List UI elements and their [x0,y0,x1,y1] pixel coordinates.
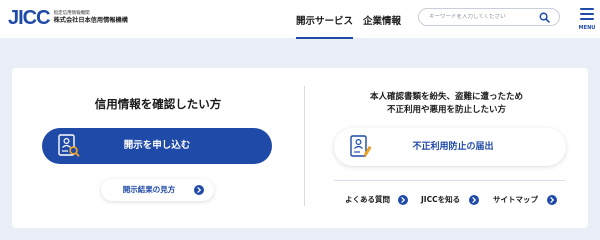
search-input[interactable] [429,14,539,20]
apply-disclosure-button[interactable]: 開示を申し込む [42,128,272,164]
circle-arrow-right-icon[interactable] [469,195,479,205]
circle-arrow-right-icon [194,185,204,195]
about-jicc-link[interactable]: JICCを知る [421,194,460,205]
menu-button[interactable]: MENU [578,8,596,34]
site-header: JICC 指定信用情報機関 株式会社日本信用情報機構 開示サービス 企業情報 M… [0,0,600,39]
logo-company-name: 株式会社日本信用情報機構 [53,17,128,24]
circle-arrow-right-icon[interactable] [547,195,557,205]
how-to-read-results-label: 開示結果の見方 [122,185,176,194]
hamburger-icon-bar [580,13,594,15]
right-panel-title-line-1: 本人確認書類を紛失、盗難に遭ったため [369,92,523,102]
nav-company-info[interactable]: 企業情報 [363,13,401,27]
circle-arrow-right-icon[interactable] [398,195,408,205]
fraud-prevention-report-button[interactable]: 不正利用防止の届出 [334,128,566,166]
search-icon[interactable] [539,12,550,23]
faq-link[interactable]: よくある質問 [345,194,390,205]
sitemap-link[interactable]: サイトマップ [493,194,538,205]
hamburger-icon [580,8,594,10]
left-panel-title: 信用情報を確認したい方 [94,97,222,111]
jicc-logo[interactable]: JICC 指定信用情報機関 株式会社日本信用情報機構 [8,7,128,29]
logo-mark: JICC [8,7,51,29]
apply-disclosure-label: 開示を申し込む [123,140,191,151]
how-to-read-results-button[interactable]: 開示結果の見方 [101,179,214,201]
fraud-prevention-report-label: 不正利用防止の届出 [412,142,494,152]
right-panel-separator [334,180,566,181]
logo-text: 指定信用情報機関 株式会社日本信用情報機構 [54,11,128,25]
right-panel-title-line-2: 不正利用や悪用を防止したい方 [386,105,506,115]
menu-label: MENU [578,25,596,31]
nav-disclosure-service[interactable]: 開示サービス [296,13,354,39]
hamburger-icon-bar [580,18,594,20]
search-box [418,8,560,26]
